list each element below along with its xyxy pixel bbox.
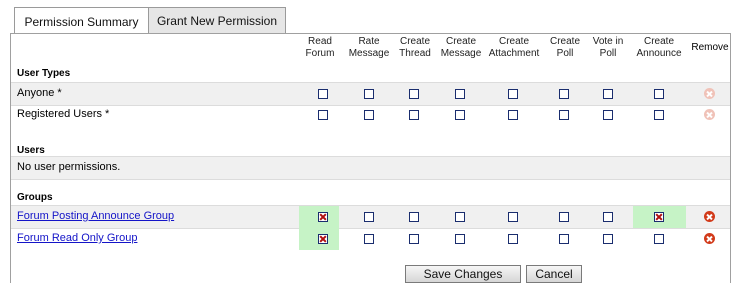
group-link[interactable]: Forum Posting Announce Group (17, 210, 174, 222)
permission-checkbox[interactable] (409, 110, 419, 120)
header-line: Message (440, 48, 482, 59)
permission-row-forum-read-only-group: Forum Read Only Group (11, 228, 730, 250)
row-label: Anyone * (17, 87, 62, 99)
column-header-create-announce: Create Announce (633, 36, 685, 60)
permission-checkbox[interactable] (654, 89, 664, 99)
header-line: Read (308, 36, 332, 47)
column-header-vote-in-poll: Vote in Poll (588, 36, 628, 60)
header-line: Create (445, 36, 476, 47)
tab-permission-summary[interactable]: Permission Summary (14, 7, 149, 35)
header-line: Vote in (592, 36, 624, 47)
header-line: Create (498, 36, 529, 47)
tab-grant-new-permission[interactable]: Grant New Permission (148, 7, 286, 34)
column-header-read-forum: Read Forum (300, 36, 340, 60)
permission-checkbox[interactable] (409, 234, 419, 244)
permission-checkbox-checked[interactable] (318, 212, 328, 222)
permission-checkbox[interactable] (559, 110, 569, 120)
tab-bar: Permission Summary Grant New Permission (14, 7, 286, 35)
cancel-button[interactable]: Cancel (526, 265, 582, 283)
permission-checkbox[interactable] (603, 212, 613, 222)
header-line: Forum (305, 48, 335, 59)
group-link[interactable]: Forum Read Only Group (17, 232, 137, 244)
permission-checkbox[interactable] (559, 234, 569, 244)
column-header-remove: Remove (691, 42, 729, 53)
header-line: Poll (556, 48, 574, 59)
column-header-rate-message: Rate Message (345, 36, 393, 60)
remove-icon[interactable] (704, 211, 715, 222)
header-line: Create (399, 36, 430, 47)
section-heading-user-types: User Types (17, 68, 71, 79)
permission-checkbox[interactable] (318, 110, 328, 120)
permission-checkbox[interactable] (364, 234, 374, 244)
header-line: Announce (636, 48, 682, 59)
permission-checkbox[interactable] (455, 212, 465, 222)
permission-checkbox[interactable] (455, 89, 465, 99)
column-header-create-thread: Create Thread (395, 36, 435, 60)
permission-checkbox[interactable] (364, 110, 374, 120)
row-label: Registered Users * (17, 108, 110, 120)
permission-checkbox[interactable] (364, 212, 374, 222)
permission-row-forum-posting-announce-group: Forum Posting Announce Group (11, 205, 730, 229)
permission-checkbox[interactable] (409, 89, 419, 99)
permission-checkbox[interactable] (508, 212, 518, 222)
header-line: Attachment (488, 48, 540, 59)
permission-checkbox[interactable] (409, 212, 419, 222)
users-empty-row: No user permissions. (11, 156, 730, 180)
permission-checkbox[interactable] (654, 110, 664, 120)
empty-state-text: No user permissions. (17, 161, 121, 173)
permission-row-anyone: Anyone * (11, 82, 730, 106)
permission-checkbox-checked[interactable] (318, 234, 328, 244)
permission-checkbox[interactable] (603, 89, 613, 99)
permission-checkbox[interactable] (603, 234, 613, 244)
header-line: Create (549, 36, 580, 47)
permission-checkbox[interactable] (559, 212, 569, 222)
permission-checkbox[interactable] (654, 234, 664, 244)
header-line: Message (348, 48, 390, 59)
permission-checkbox[interactable] (508, 110, 518, 120)
save-changes-button[interactable]: Save Changes (405, 265, 521, 283)
permission-checkbox[interactable] (603, 110, 613, 120)
permission-checkbox[interactable] (559, 89, 569, 99)
column-header-create-poll: Create Poll (545, 36, 585, 60)
permission-checkbox[interactable] (318, 89, 328, 99)
header-line: Poll (599, 48, 617, 59)
permission-checkbox[interactable] (455, 110, 465, 120)
remove-icon[interactable] (704, 233, 715, 244)
permission-checkbox[interactable] (508, 234, 518, 244)
permission-checkbox[interactable] (364, 89, 374, 99)
header-line: Rate (358, 36, 380, 47)
section-heading-groups: Groups (17, 192, 53, 203)
remove-icon (704, 109, 715, 120)
column-header-create-attachment: Create Attachment (487, 36, 541, 60)
permission-checkbox[interactable] (508, 89, 518, 99)
header-line: Create (643, 36, 674, 47)
remove-icon (704, 88, 715, 99)
permission-checkbox-checked[interactable] (654, 212, 664, 222)
permission-checkbox[interactable] (455, 234, 465, 244)
header-line: Thread (399, 48, 431, 59)
section-heading-users: Users (17, 145, 45, 156)
permission-row-registered-users: Registered Users * (11, 104, 730, 126)
column-header-create-message: Create Message (437, 36, 485, 60)
